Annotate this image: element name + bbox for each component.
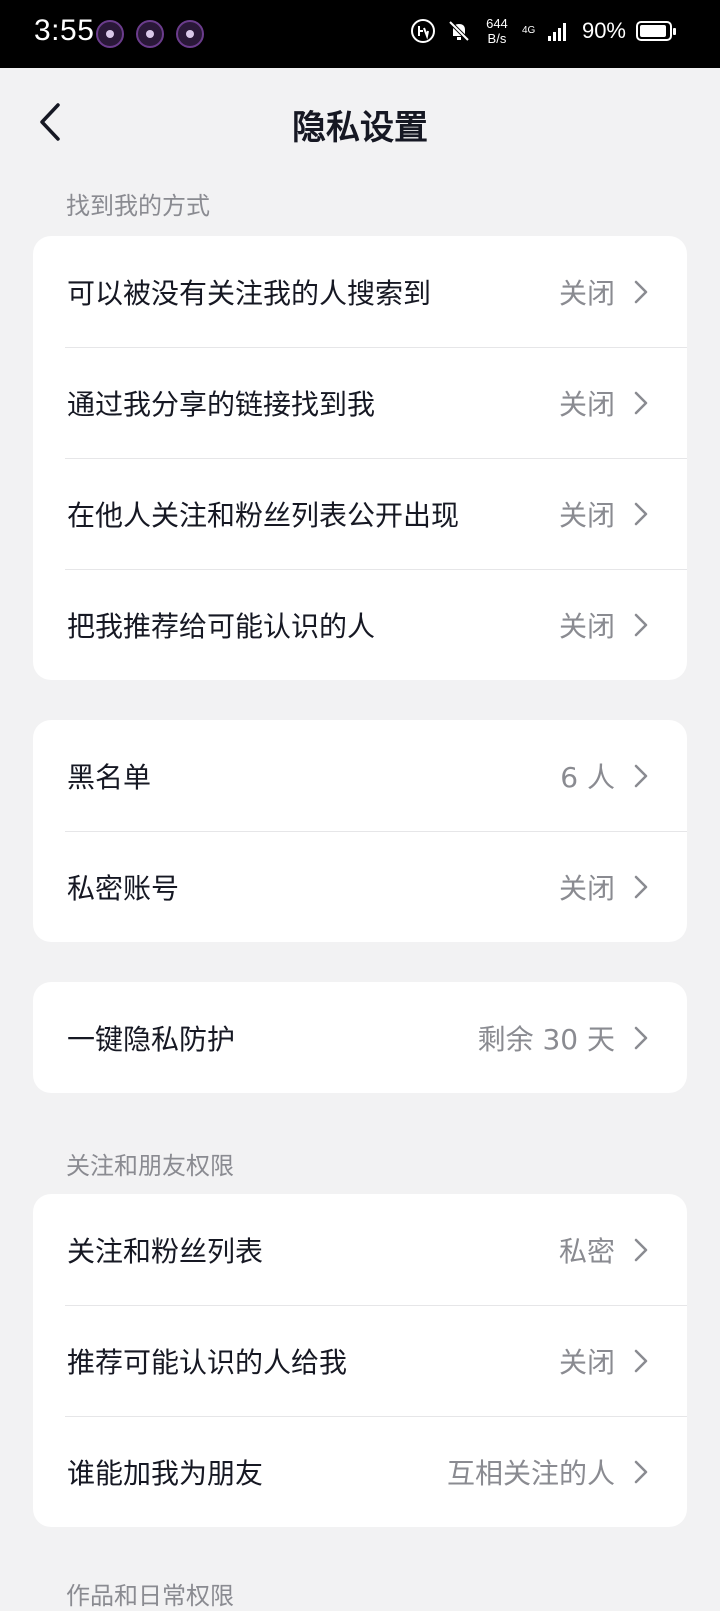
setting-row-searchable-by-non-followers[interactable]: 可以被没有关注我的人搜索到 关闭 (33, 236, 687, 347)
status-bar: 3:55 644 B/s 4G 90% (0, 0, 720, 68)
setting-row-private-account[interactable]: 私密账号 关闭 (33, 831, 687, 942)
status-indicators: 644 B/s 4G 90% (410, 16, 676, 46)
chevron-right-icon (634, 1460, 648, 1483)
card-find-me: 可以被没有关注我的人搜索到 关闭 通过我分享的链接找到我 关闭 在他人关注和粉丝… (33, 236, 687, 680)
setting-row-blacklist[interactable]: 黑名单 6 人 (33, 720, 687, 831)
setting-label: 私密账号 (67, 871, 180, 905)
setting-value: 私密 (558, 1234, 615, 1268)
setting-value: 关闭 (558, 871, 615, 905)
setting-label: 在他人关注和粉丝列表公开出现 (67, 498, 460, 532)
setting-label: 通过我分享的链接找到我 (67, 387, 376, 421)
chevron-right-icon (634, 391, 648, 414)
chevron-right-icon (634, 1026, 648, 1049)
notification-app-icons (96, 20, 204, 48)
chevron-right-icon (634, 613, 648, 636)
network-speed: 644 B/s (486, 16, 508, 46)
setting-row-appear-in-follow-lists[interactable]: 在他人关注和粉丝列表公开出现 关闭 (33, 458, 687, 569)
signal-icon (547, 23, 566, 41)
card-account: 黑名单 6 人 私密账号 关闭 (33, 720, 687, 942)
card-follow-friends: 关注和粉丝列表 私密 推荐可能认识的人给我 关闭 谁能加我为朋友 互相关注的人 (33, 1194, 687, 1527)
battery-percent: 90% (581, 18, 626, 43)
setting-label: 谁能加我为朋友 (67, 1456, 264, 1490)
setting-row-recommend-to-me[interactable]: 推荐可能认识的人给我 关闭 (33, 1305, 687, 1416)
section-header-works-daily: 作品和日常权限 (66, 1582, 234, 1610)
setting-value: 关闭 (558, 276, 615, 310)
battery-icon (636, 21, 676, 41)
setting-row-follow-fan-list[interactable]: 关注和粉丝列表 私密 (33, 1194, 687, 1305)
section-header-find-me: 找到我的方式 (66, 192, 210, 220)
setting-row-recommend-me[interactable]: 把我推荐给可能认识的人 关闭 (33, 569, 687, 680)
chevron-right-icon (634, 1238, 648, 1261)
chevron-right-icon (634, 1349, 648, 1372)
chevron-right-icon (634, 502, 648, 525)
setting-value: 关闭 (558, 609, 615, 643)
page-title: 隐私设置 (292, 108, 428, 148)
hd-call-icon (410, 19, 435, 43)
nav-bar: 隐私设置 (0, 68, 720, 176)
setting-row-one-click-privacy[interactable]: 一键隐私防护 剩余 30 天 (33, 982, 687, 1093)
section-header-follow-friends: 关注和朋友权限 (66, 1152, 234, 1180)
setting-value: 关闭 (558, 387, 615, 421)
setting-label: 黑名单 (67, 760, 152, 794)
setting-row-who-can-add-friend[interactable]: 谁能加我为朋友 互相关注的人 (33, 1416, 687, 1527)
setting-label: 可以被没有关注我的人搜索到 (67, 276, 432, 310)
chevron-right-icon (634, 764, 648, 787)
setting-value: 6 人 (560, 760, 615, 794)
app-notification-icon (96, 20, 124, 48)
network-type: 4G (521, 25, 536, 36)
setting-label: 推荐可能认识的人给我 (67, 1345, 348, 1379)
chevron-right-icon (634, 875, 648, 898)
setting-value: 剩余 30 天 (477, 1022, 615, 1056)
app-notification-icon (136, 20, 164, 48)
card-protection: 一键隐私防护 剩余 30 天 (33, 982, 687, 1093)
setting-label: 把我推荐给可能认识的人 (67, 609, 376, 643)
setting-value: 关闭 (558, 498, 615, 532)
status-time: 3:55 (34, 14, 95, 47)
setting-label: 关注和粉丝列表 (67, 1234, 264, 1268)
setting-value: 互相关注的人 (446, 1456, 615, 1490)
setting-label: 一键隐私防护 (67, 1022, 236, 1056)
setting-value: 关闭 (558, 1345, 615, 1379)
app-notification-icon (176, 20, 204, 48)
setting-row-find-via-share-link[interactable]: 通过我分享的链接找到我 关闭 (33, 347, 687, 458)
bell-muted-icon (448, 20, 470, 42)
chevron-right-icon (634, 280, 648, 303)
